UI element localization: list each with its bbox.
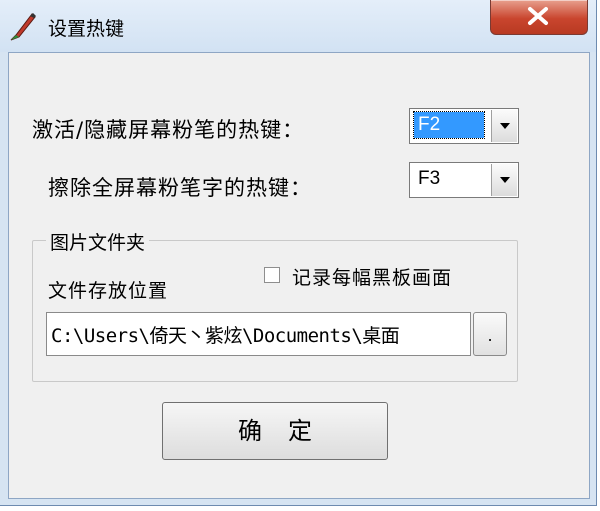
file-path-field[interactable]: C:\Users\倚天丶紫炫\Documents\桌面 <box>46 312 471 356</box>
file-location-label: 文件存放位置 <box>48 280 169 302</box>
toggle-hotkey-select[interactable]: F2 <box>409 108 519 144</box>
browse-button[interactable]: . <box>473 312 507 356</box>
chalk-icon <box>10 13 36 41</box>
picture-folder-group-title: 图片文件夹 <box>46 228 150 255</box>
erase-hotkey-dropdown-button[interactable] <box>491 164 517 196</box>
chevron-down-icon <box>500 123 510 129</box>
toggle-hotkey-dropdown-button[interactable] <box>491 110 517 142</box>
erase-hotkey-label: 擦除全屏幕粉笔字的热键： <box>48 176 312 200</box>
record-checkbox[interactable] <box>264 267 280 283</box>
chevron-down-icon <box>500 177 510 183</box>
toggle-hotkey-value: F2 <box>413 111 485 139</box>
record-checkbox-label[interactable]: 记录每幅黑板画面 <box>292 263 452 290</box>
ok-button[interactable]: 确定 <box>162 402 388 460</box>
picture-folder-group <box>32 240 518 382</box>
close-button[interactable] <box>490 0 588 35</box>
title-bar[interactable]: 设置热键 <box>0 0 596 52</box>
window-title: 设置热键 <box>48 18 125 40</box>
erase-hotkey-select[interactable]: F3 <box>409 162 519 198</box>
erase-hotkey-value: F3 <box>418 168 441 189</box>
close-icon <box>528 7 548 25</box>
file-path-value: C:\Users\倚天丶紫炫\Documents\桌面 <box>51 325 400 347</box>
toggle-hotkey-label: 激活/隐藏屏幕粉笔的热键： <box>32 118 305 142</box>
